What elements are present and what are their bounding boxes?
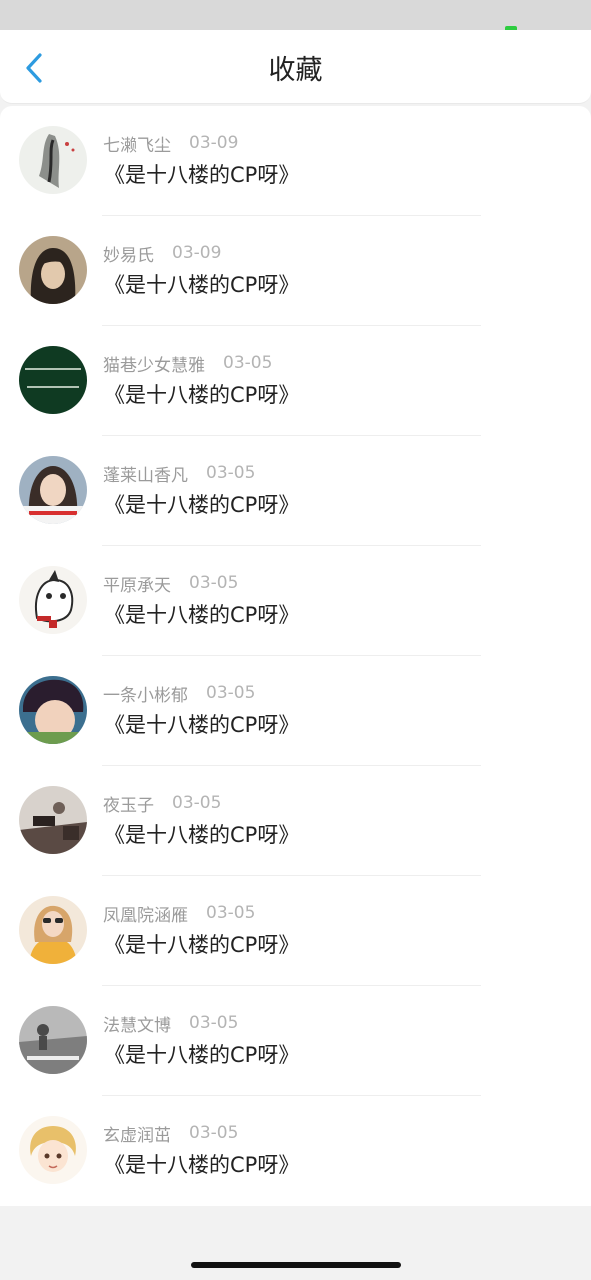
list-item[interactable]: 蓬莱山香凡 03-05 《是十八楼的CP呀》 <box>0 436 591 546</box>
avatar[interactable] <box>19 346 87 414</box>
item-title[interactable]: 《是十八楼的CP呀》 <box>104 599 299 629</box>
item-title[interactable]: 《是十八楼的CP呀》 <box>104 159 299 189</box>
item-meta: 平原承天 03-05 <box>103 571 239 596</box>
avatar[interactable] <box>19 786 87 854</box>
author-name[interactable]: 凤凰院涵雁 <box>103 901 188 926</box>
item-date: 03-05 <box>223 353 273 373</box>
list-item[interactable]: 法慧文博 03-05 《是十八楼的CP呀》 <box>0 986 591 1096</box>
author-name[interactable]: 法慧文博 <box>103 1011 171 1036</box>
item-date: 03-05 <box>189 1013 239 1033</box>
item-date: 03-05 <box>206 463 256 483</box>
avatar[interactable] <box>19 456 87 524</box>
author-name[interactable]: 平原承天 <box>103 571 171 596</box>
item-title[interactable]: 《是十八楼的CP呀》 <box>104 1039 299 1069</box>
item-title[interactable]: 《是十八楼的CP呀》 <box>104 709 299 739</box>
avatar[interactable] <box>19 1116 87 1184</box>
list-item[interactable]: 妙易氏 03-09 《是十八楼的CP呀》 <box>0 216 591 326</box>
item-date: 03-09 <box>189 133 239 153</box>
item-meta: 一条小彬郁 03-05 <box>103 681 256 706</box>
list-item[interactable]: 凤凰院涵雁 03-05 《是十八楼的CP呀》 <box>0 876 591 986</box>
author-name[interactable]: 夜玉子 <box>103 791 154 816</box>
navigation-bar: 收藏 <box>0 30 591 104</box>
item-date: 03-05 <box>206 683 256 703</box>
item-meta: 妙易氏 03-09 <box>103 241 222 266</box>
item-date: 03-09 <box>172 243 222 263</box>
item-title[interactable]: 《是十八楼的CP呀》 <box>104 489 299 519</box>
home-indicator[interactable] <box>191 1262 401 1268</box>
item-meta: 夜玉子 03-05 <box>103 791 222 816</box>
item-date: 03-05 <box>189 573 239 593</box>
item-meta: 玄虚润茁 03-05 <box>103 1121 239 1146</box>
list-item[interactable]: 平原承天 03-05 《是十八楼的CP呀》 <box>0 546 591 656</box>
page-title: 收藏 <box>268 54 323 86</box>
item-title[interactable]: 《是十八楼的CP呀》 <box>104 379 299 409</box>
item-date: 03-05 <box>172 793 222 813</box>
bottom-area <box>0 1206 591 1280</box>
status-bar <box>0 0 591 40</box>
item-meta: 猫巷少女慧雅 03-05 <box>103 351 273 376</box>
author-name[interactable]: 一条小彬郁 <box>103 681 188 706</box>
item-meta: 凤凰院涵雁 03-05 <box>103 901 256 926</box>
author-name[interactable]: 猫巷少女慧雅 <box>103 351 205 376</box>
list-item[interactable]: 猫巷少女慧雅 03-05 《是十八楼的CP呀》 <box>0 326 591 436</box>
avatar[interactable] <box>19 236 87 304</box>
avatar[interactable] <box>19 896 87 964</box>
list-item[interactable]: 玄虚润茁 03-05 《是十八楼的CP呀》 <box>0 1096 591 1206</box>
avatar[interactable] <box>19 1006 87 1074</box>
favorites-list: 七濑飞尘 03-09 《是十八楼的CP呀》 妙易氏 03-09 《是十八楼的CP… <box>0 106 591 1206</box>
author-name[interactable]: 七濑飞尘 <box>103 131 171 156</box>
list-item[interactable]: 七濑飞尘 03-09 《是十八楼的CP呀》 <box>0 106 591 216</box>
item-meta: 法慧文博 03-05 <box>103 1011 239 1036</box>
list-item[interactable]: 一条小彬郁 03-05 《是十八楼的CP呀》 <box>0 656 591 766</box>
avatar[interactable] <box>19 566 87 634</box>
author-name[interactable]: 蓬莱山香凡 <box>103 461 188 486</box>
item-meta: 七濑飞尘 03-09 <box>103 131 239 156</box>
author-name[interactable]: 玄虚润茁 <box>103 1121 171 1146</box>
avatar[interactable] <box>19 676 87 744</box>
avatar[interactable] <box>19 126 87 194</box>
author-name[interactable]: 妙易氏 <box>103 241 154 266</box>
item-date: 03-05 <box>189 1123 239 1143</box>
item-date: 03-05 <box>206 903 256 923</box>
item-meta: 蓬莱山香凡 03-05 <box>103 461 256 486</box>
item-title[interactable]: 《是十八楼的CP呀》 <box>104 1149 299 1179</box>
item-title[interactable]: 《是十八楼的CP呀》 <box>104 269 299 299</box>
list-item[interactable]: 夜玉子 03-05 《是十八楼的CP呀》 <box>0 766 591 876</box>
item-title[interactable]: 《是十八楼的CP呀》 <box>104 929 299 959</box>
item-title[interactable]: 《是十八楼的CP呀》 <box>104 819 299 849</box>
